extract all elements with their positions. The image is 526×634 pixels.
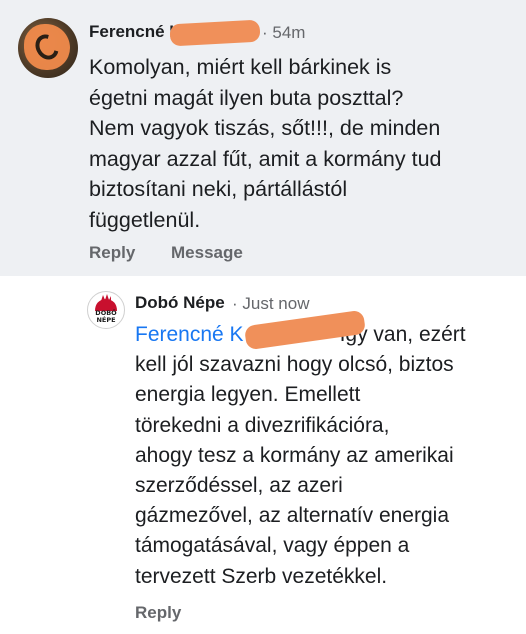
avatar[interactable] [18,18,78,78]
reply-line: ahogy tesz a kormány az amerikai [135,443,454,467]
reply-button[interactable]: Reply [89,243,135,263]
comment-line: Komolyan, miért kell bárkinek is [89,55,392,79]
mention-link[interactable]: Ferencné K [135,323,244,346]
reply-line: kell jól szavazni hogy olcsó, biztos [135,353,454,377]
reply-body: Ferencné K Így van, ezért kell jól szavaz… [135,320,515,592]
svg-text:NÉPE: NÉPE [96,315,115,324]
reply-line: támogatásával, vagy éppen a [135,534,410,558]
reply-author[interactable]: Dobó Népe [135,293,225,313]
reply-line: gázmezővel, az alternatív energia [135,504,450,528]
page-avatar[interactable]: DOBÓ NÉPE [87,291,125,329]
message-button[interactable]: Message [171,243,243,263]
comment-top: Ferencné K · 54m Komolyan, miért kell bá… [0,0,526,276]
reply-line: törekedni a divezrifikációra, [135,413,390,437]
comment-body: Komolyan, miért kell bárkinek is égetni … [89,52,509,235]
comment-timestamp[interactable]: · 54m [262,23,305,43]
comment-line: biztosítani neki, pártállástól [89,177,348,201]
comment-line: magyar azzal fűt, amit a kormány tud [89,146,442,171]
dobo-nepe-logo-icon: DOBÓ NÉPE [89,293,123,327]
name-redaction [169,19,261,47]
comment-line: Nem vagyok tiszás, sőt!!!, de minden [89,116,441,140]
comment-line: függetlenül. [89,207,201,232]
author-name[interactable]: Ferencné K [89,22,182,41]
comment-line: égetni magát ilyen buta poszttal? [89,85,404,110]
reply-button-2[interactable]: Reply [135,603,181,623]
reply-line: energia legyen. Emellett [135,383,361,407]
reply-line: tervezett Szerb vezetékkel. [135,564,388,588]
reply-timestamp[interactable]: · Just now [232,294,309,314]
comment-author[interactable]: Ferencné K [89,22,182,42]
reply-line: szerződéssel, az azeri [135,474,343,498]
